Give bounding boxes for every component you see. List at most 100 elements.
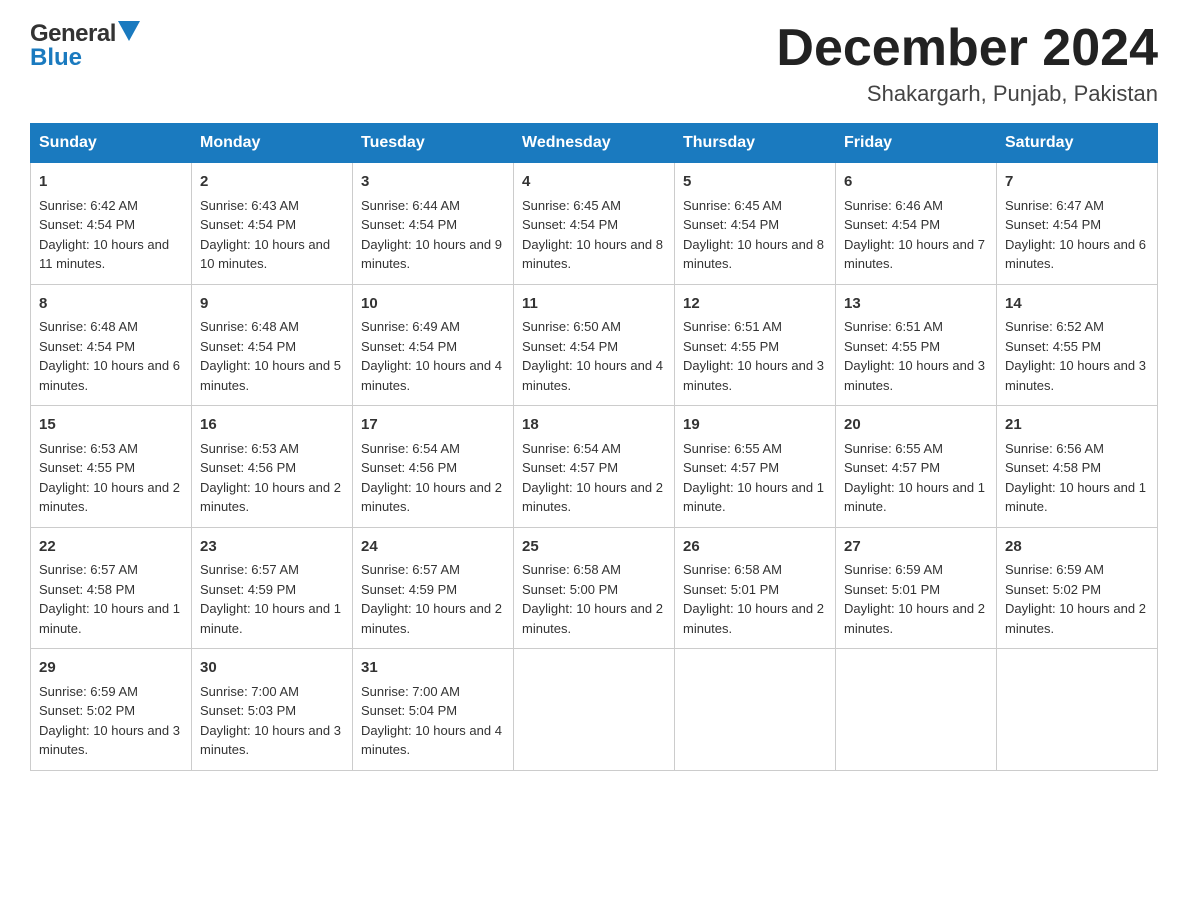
header: General Blue December 2024 Shakargarh, P… <box>30 20 1158 107</box>
calendar-cell: 27 Sunrise: 6:59 AMSunset: 5:01 PMDayligh… <box>836 527 997 649</box>
day-info: Sunrise: 6:46 AMSunset: 4:54 PMDaylight:… <box>844 198 985 272</box>
calendar-cell: 8Sunrise: 6:48 AMSunset: 4:54 PMDaylight… <box>31 284 192 406</box>
day-number: 13 <box>844 293 988 316</box>
calendar-cell: 3 Sunrise: 6:44 AMSunset: 4:54 PMDaylight… <box>353 163 514 285</box>
calendar-cell: 30 Sunrise: 7:00 AMSunset: 5:03 PMDayligh… <box>192 649 353 771</box>
day-number: 12 <box>683 293 827 316</box>
calendar-cell: 21 Sunrise: 6:56 AMSunset: 4:58 PMDayligh… <box>997 406 1158 528</box>
calendar-cell: 5 Sunrise: 6:45 AMSunset: 4:54 PMDaylight… <box>675 163 836 285</box>
day-info: Sunrise: 6:55 AMSunset: 4:57 PMDaylight:… <box>844 441 985 515</box>
day-number: 2 <box>200 171 344 194</box>
calendar-cell: 29 Sunrise: 6:59 AMSunset: 5:02 PMDayligh… <box>31 649 192 771</box>
calendar-cell: 19Sunrise: 6:55 AMSunset: 4:57 PMDayligh… <box>675 406 836 528</box>
day-number: 17 <box>361 414 505 437</box>
day-number: 27 <box>844 536 988 559</box>
calendar-cell: 2 Sunrise: 6:43 AMSunset: 4:54 PMDaylight… <box>192 163 353 285</box>
calendar-cell: 12 Sunrise: 6:51 AMSunset: 4:55 PMDayligh… <box>675 284 836 406</box>
calendar-cell: 18Sunrise: 6:54 AMSunset: 4:57 PMDayligh… <box>514 406 675 528</box>
calendar-cell: 17 Sunrise: 6:54 AMSunset: 4:56 PMDayligh… <box>353 406 514 528</box>
day-info: Sunrise: 6:59 AMSunset: 5:02 PMDaylight:… <box>1005 562 1146 636</box>
calendar-cell: 15 Sunrise: 6:53 AMSunset: 4:55 PMDayligh… <box>31 406 192 528</box>
calendar-cell: 22 Sunrise: 6:57 AMSunset: 4:58 PMDayligh… <box>31 527 192 649</box>
col-header-wednesday: Wednesday <box>514 124 675 163</box>
day-info: Sunrise: 6:43 AMSunset: 4:54 PMDaylight:… <box>200 198 330 272</box>
day-info: Sunrise: 6:42 AMSunset: 4:54 PMDaylight:… <box>39 198 169 272</box>
day-number: 30 <box>200 657 344 680</box>
week-row-5: 29 Sunrise: 6:59 AMSunset: 5:02 PMDayligh… <box>31 649 1158 771</box>
calendar-cell: 4 Sunrise: 6:45 AMSunset: 4:54 PMDaylight… <box>514 163 675 285</box>
calendar-cell: 11 Sunrise: 6:50 AMSunset: 4:54 PMDayligh… <box>514 284 675 406</box>
calendar-table: SundayMondayTuesdayWednesdayThursdayFrid… <box>30 123 1158 771</box>
calendar-cell: 13 Sunrise: 6:51 AMSunset: 4:55 PMDayligh… <box>836 284 997 406</box>
day-info: Sunrise: 6:59 AMSunset: 5:01 PMDaylight:… <box>844 562 985 636</box>
day-number: 16 <box>200 414 344 437</box>
day-number: 11 <box>522 293 666 316</box>
calendar-cell: 31Sunrise: 7:00 AMSunset: 5:04 PMDayligh… <box>353 649 514 771</box>
day-info: Sunrise: 6:45 AMSunset: 4:54 PMDaylight:… <box>522 198 663 272</box>
day-info: Sunrise: 6:57 AMSunset: 4:59 PMDaylight:… <box>200 562 341 636</box>
day-info: Sunrise: 6:56 AMSunset: 4:58 PMDaylight:… <box>1005 441 1146 515</box>
day-info: Sunrise: 6:52 AMSunset: 4:55 PMDaylight:… <box>1005 319 1146 393</box>
day-info: Sunrise: 6:59 AMSunset: 5:02 PMDaylight:… <box>39 684 180 758</box>
day-info: Sunrise: 6:51 AMSunset: 4:55 PMDaylight:… <box>683 319 824 393</box>
day-info: Sunrise: 6:54 AMSunset: 4:56 PMDaylight:… <box>361 441 502 515</box>
day-number: 29 <box>39 657 183 680</box>
calendar-cell: 25 Sunrise: 6:58 AMSunset: 5:00 PMDayligh… <box>514 527 675 649</box>
col-header-tuesday: Tuesday <box>353 124 514 163</box>
col-header-friday: Friday <box>836 124 997 163</box>
day-number: 18 <box>522 414 666 437</box>
calendar-cell: 9Sunrise: 6:48 AMSunset: 4:54 PMDaylight… <box>192 284 353 406</box>
calendar-cell: 28 Sunrise: 6:59 AMSunset: 5:02 PMDayligh… <box>997 527 1158 649</box>
logo-arrow-icon <box>118 21 140 46</box>
day-info: Sunrise: 6:49 AMSunset: 4:54 PMDaylight:… <box>361 319 502 393</box>
calendar-cell: 26Sunrise: 6:58 AMSunset: 5:01 PMDayligh… <box>675 527 836 649</box>
day-number: 15 <box>39 414 183 437</box>
day-number: 4 <box>522 171 666 194</box>
day-number: 21 <box>1005 414 1149 437</box>
day-number: 28 <box>1005 536 1149 559</box>
day-info: Sunrise: 6:44 AMSunset: 4:54 PMDaylight:… <box>361 198 502 272</box>
day-info: Sunrise: 6:51 AMSunset: 4:55 PMDaylight:… <box>844 319 985 393</box>
calendar-cell: 10 Sunrise: 6:49 AMSunset: 4:54 PMDayligh… <box>353 284 514 406</box>
day-number: 26 <box>683 536 827 559</box>
col-header-saturday: Saturday <box>997 124 1158 163</box>
day-number: 24 <box>361 536 505 559</box>
day-info: Sunrise: 6:50 AMSunset: 4:54 PMDaylight:… <box>522 319 663 393</box>
day-number: 5 <box>683 171 827 194</box>
calendar-cell <box>997 649 1158 771</box>
day-number: 8 <box>39 293 183 316</box>
day-info: Sunrise: 6:45 AMSunset: 4:54 PMDaylight:… <box>683 198 824 272</box>
day-number: 10 <box>361 293 505 316</box>
title-area: December 2024 Shakargarh, Punjab, Pakist… <box>776 20 1158 107</box>
day-number: 7 <box>1005 171 1149 194</box>
day-info: Sunrise: 7:00 AMSunset: 5:03 PMDaylight:… <box>200 684 341 758</box>
day-info: Sunrise: 6:57 AMSunset: 4:59 PMDaylight:… <box>361 562 502 636</box>
location-title: Shakargarh, Punjab, Pakistan <box>776 81 1158 107</box>
day-info: Sunrise: 6:55 AMSunset: 4:57 PMDaylight:… <box>683 441 824 515</box>
logo: General Blue <box>30 20 140 72</box>
week-row-4: 22 Sunrise: 6:57 AMSunset: 4:58 PMDayligh… <box>31 527 1158 649</box>
week-row-1: 1 Sunrise: 6:42 AMSunset: 4:54 PMDaylight… <box>31 163 1158 285</box>
day-number: 3 <box>361 171 505 194</box>
calendar-cell: 16 Sunrise: 6:53 AMSunset: 4:56 PMDayligh… <box>192 406 353 528</box>
day-info: Sunrise: 6:47 AMSunset: 4:54 PMDaylight:… <box>1005 198 1146 272</box>
day-number: 25 <box>522 536 666 559</box>
calendar-cell: 6Sunrise: 6:46 AMSunset: 4:54 PMDaylight… <box>836 163 997 285</box>
day-info: Sunrise: 6:57 AMSunset: 4:58 PMDaylight:… <box>39 562 180 636</box>
week-row-2: 8Sunrise: 6:48 AMSunset: 4:54 PMDaylight… <box>31 284 1158 406</box>
month-title: December 2024 <box>776 20 1158 77</box>
day-number: 14 <box>1005 293 1149 316</box>
calendar-cell <box>675 649 836 771</box>
week-row-3: 15 Sunrise: 6:53 AMSunset: 4:55 PMDayligh… <box>31 406 1158 528</box>
calendar-cell <box>836 649 997 771</box>
day-info: Sunrise: 6:53 AMSunset: 4:55 PMDaylight:… <box>39 441 180 515</box>
col-header-sunday: Sunday <box>31 124 192 163</box>
day-number: 22 <box>39 536 183 559</box>
calendar-cell: 23Sunrise: 6:57 AMSunset: 4:59 PMDayligh… <box>192 527 353 649</box>
day-number: 1 <box>39 171 183 194</box>
day-info: Sunrise: 6:53 AMSunset: 4:56 PMDaylight:… <box>200 441 341 515</box>
calendar-cell: 1 Sunrise: 6:42 AMSunset: 4:54 PMDaylight… <box>31 163 192 285</box>
col-header-monday: Monday <box>192 124 353 163</box>
calendar-cell <box>514 649 675 771</box>
day-info: Sunrise: 6:58 AMSunset: 5:00 PMDaylight:… <box>522 562 663 636</box>
